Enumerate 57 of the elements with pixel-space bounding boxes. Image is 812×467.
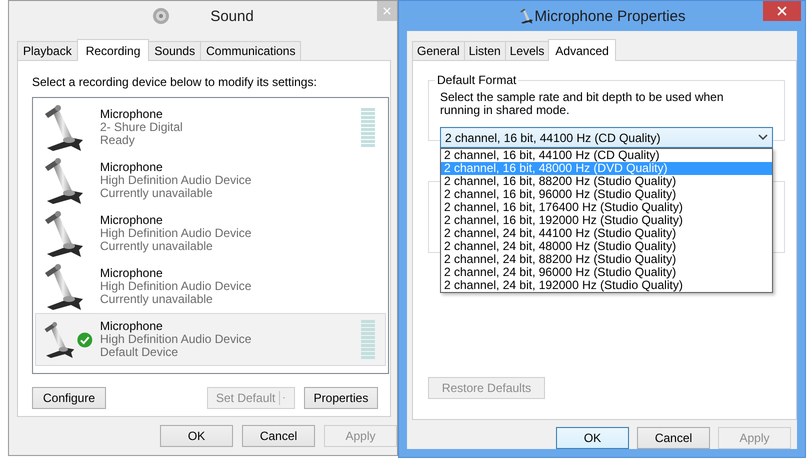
dropdown-option[interactable]: 2 channel, 16 bit, 44100 Hz (CD Quality) [441, 149, 772, 162]
instruction-text: Select a recording device below to modify its settings: [32, 75, 317, 89]
device-status: Currently unavailable [100, 240, 213, 253]
device-description: High Definition Audio Device [100, 333, 252, 346]
device-item[interactable]: Microphone High Definition Audio Device Currently unavailable [35, 260, 386, 313]
microphone-icon [518, 8, 535, 24]
window-title: Microphone Properties [534, 8, 686, 24]
device-name: Microphone [100, 320, 163, 333]
close-button[interactable] [763, 1, 801, 21]
disc-icon [152, 7, 170, 25]
device-name: Microphone [100, 161, 163, 174]
dropdown-option[interactable]: 2 channel, 24 bit, 96000 Hz (Studio Quality) [441, 266, 772, 279]
device-status: Ready [100, 134, 135, 147]
dropdown-option[interactable]: 2 channel, 16 bit, 176400 Hz (Studio Quality) [441, 201, 772, 214]
dialog-button[interactable]: OK [160, 425, 233, 447]
device-name: Microphone [100, 108, 163, 121]
device-description: High Definition Audio Device [100, 174, 252, 187]
tab[interactable]: Advanced [548, 39, 616, 61]
dropdown-option[interactable]: 2 channel, 24 bit, 88200 Hz (Studio Quality) [441, 253, 772, 266]
device-item[interactable]: Microphone High Definition Audio Device Currently unavailable [35, 154, 386, 207]
tab[interactable]: General [412, 41, 465, 60]
tab[interactable]: Listen [464, 41, 506, 60]
device-item[interactable]: Microphone High Definition Audio Device Currently unavailable [35, 207, 386, 260]
close-icon [383, 6, 391, 16]
device-status: Currently unavailable [100, 293, 213, 306]
tab[interactable]: Recording [76, 39, 150, 61]
dialog-button[interactable]: Cancel [242, 425, 315, 447]
dialog-button[interactable]: OK [556, 427, 629, 449]
dropdown-option[interactable]: 2 channel, 16 bit, 96000 Hz (Studio Quality) [441, 188, 772, 201]
dialog-button[interactable]: Cancel [637, 427, 710, 449]
device-description: 2- Shure Digital [100, 121, 183, 134]
device-name: Microphone [100, 267, 163, 280]
device-status: Default Device [100, 346, 178, 359]
device-name: Microphone [100, 214, 163, 227]
close-icon [777, 6, 787, 16]
group-title: Default Format [436, 73, 518, 87]
format-dropdown[interactable]: 2 channel, 16 bit, 44100 Hz (CD Quality) [440, 127, 773, 148]
chevron-icon [758, 134, 768, 141]
window-title: Sound [210, 8, 254, 24]
device-item[interactable]: Microphone 2- Shure Digital Ready [35, 101, 386, 154]
tab[interactable]: Sounds [148, 41, 202, 60]
tab[interactable]: Communications [200, 41, 302, 60]
dropdown-option[interactable]: 2 channel, 16 bit, 88200 Hz (Studio Quality) [441, 175, 772, 188]
description-text: Select the sample rate and bit depth to be used when running in shared mode. [440, 91, 725, 117]
dropdown-option[interactable]: 2 channel, 24 bit, 192000 Hz (Studio Quality) [441, 279, 772, 292]
dropdown-option[interactable]: 2 channel, 16 bit, 192000 Hz (Studio Quality) [441, 214, 772, 227]
device-description: High Definition Audio Device [100, 280, 252, 293]
tab[interactable]: Levels [504, 41, 550, 60]
tab[interactable]: Playback [17, 41, 78, 60]
configure-button[interactable]: Configure [32, 387, 106, 409]
device-status: Currently unavailable [100, 187, 213, 200]
dropdown-option[interactable]: 2 channel, 24 bit, 44100 Hz (Studio Quality) [441, 227, 772, 240]
dropdown-option[interactable]: 2 channel, 24 bit, 48000 Hz (Studio Quality) [441, 240, 772, 253]
device-description: High Definition Audio Device [100, 227, 252, 240]
device-item[interactable]: Microphone High Definition Audio Device Default Device [35, 313, 386, 366]
caret-icon [279, 391, 286, 405]
properties-button[interactable]: Properties [304, 387, 378, 409]
